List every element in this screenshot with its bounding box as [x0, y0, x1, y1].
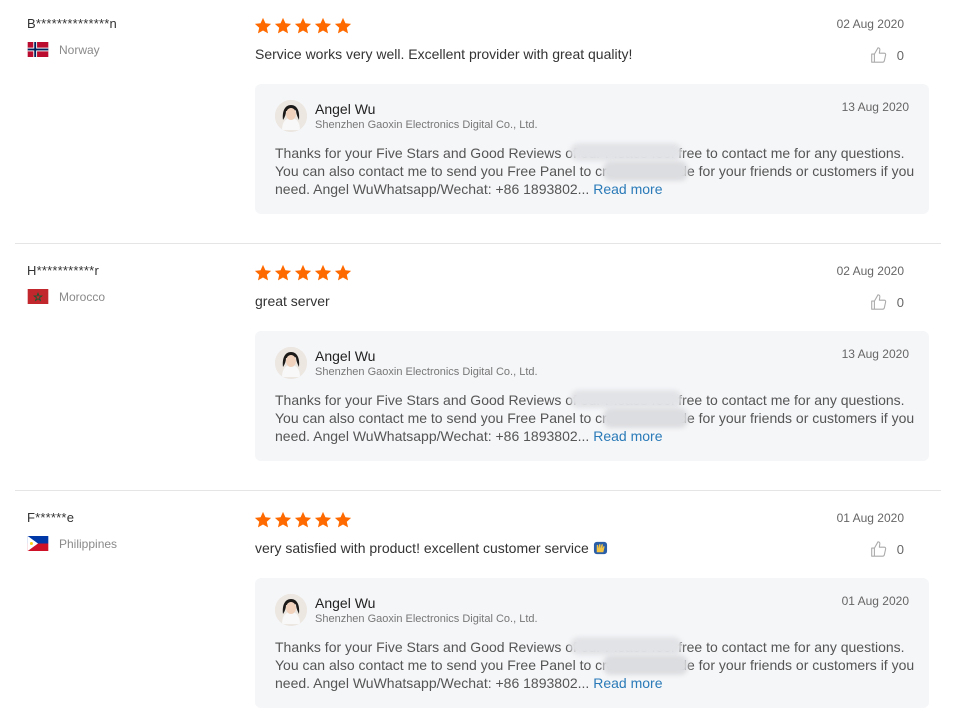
- thumbs-up-icon: [870, 541, 886, 557]
- reviewer-country: Morocco: [27, 289, 237, 304]
- star-icon: [254, 264, 272, 281]
- norway-flag-icon: [27, 42, 49, 57]
- star-rating: [254, 511, 352, 529]
- seller-name: Angel Wu: [315, 595, 376, 611]
- like-count: 0: [896, 541, 904, 557]
- like-count: 0: [896, 294, 904, 310]
- read-more-link[interactable]: Read more: [593, 181, 662, 197]
- philippines-flag-icon: [27, 536, 49, 551]
- redacted-text: [603, 655, 688, 675]
- redacted-text: [603, 161, 688, 181]
- seller-company: Shenzhen Gaoxin Electronics Digital Co.,…: [315, 119, 538, 131]
- avatar: [275, 100, 307, 132]
- star-rating: [254, 17, 352, 35]
- redacted-text: [603, 408, 688, 428]
- reviews-list: B**************n Norway 02 Aug 2020 Serv…: [0, 0, 956, 708]
- raised-hands-emoji: [593, 541, 607, 555]
- like-button[interactable]: 0: [869, 46, 904, 64]
- star-icon: [334, 264, 352, 281]
- reply-date: 13 Aug 2020: [841, 100, 909, 114]
- seller-reply: Angel Wu Shenzhen Gaoxin Electronics Dig…: [255, 578, 929, 708]
- read-more-link[interactable]: Read more: [593, 675, 662, 691]
- star-icon: [314, 17, 332, 34]
- redacted-text: [570, 637, 682, 655]
- seller-company: Shenzhen Gaoxin Electronics Digital Co.,…: [315, 613, 538, 625]
- country-name: Norway: [59, 42, 100, 57]
- star-icon: [274, 511, 292, 528]
- star-icon: [274, 17, 292, 34]
- seller-name: Angel Wu: [315, 101, 376, 117]
- review-text: great server: [255, 293, 330, 309]
- country-name: Philippines: [59, 536, 118, 551]
- star-icon: [254, 17, 272, 34]
- thumbs-up-icon: [870, 294, 886, 310]
- star-icon: [254, 511, 272, 528]
- star-icon: [314, 264, 332, 281]
- review-date: 01 Aug 2020: [836, 511, 904, 525]
- star-icon: [294, 511, 312, 528]
- review-text: very satisfied with product! excellent c…: [255, 540, 608, 556]
- star-icon: [334, 511, 352, 528]
- star-icon: [334, 17, 352, 34]
- redacted-text: [570, 143, 682, 161]
- reply-date: 01 Aug 2020: [841, 594, 909, 608]
- star-icon: [274, 264, 292, 281]
- like-button[interactable]: 0: [869, 293, 904, 311]
- like-count: 0: [896, 47, 904, 63]
- seller-name: Angel Wu: [315, 348, 376, 364]
- redacted-text: [570, 390, 682, 408]
- review-date: 02 Aug 2020: [836, 17, 904, 31]
- reviewer-name: B**************n: [27, 16, 117, 31]
- reviewer-country: Norway: [27, 42, 237, 57]
- reviewer-name: H***********r: [27, 263, 99, 278]
- thumbs-up-icon: [870, 47, 886, 63]
- divider: [15, 490, 941, 491]
- star-rating: [254, 264, 352, 282]
- star-icon: [294, 17, 312, 34]
- like-button[interactable]: 0: [869, 540, 904, 558]
- country-name: Morocco: [59, 289, 106, 304]
- star-icon: [314, 511, 332, 528]
- review-date: 02 Aug 2020: [836, 264, 904, 278]
- seller-reply: Angel Wu Shenzhen Gaoxin Electronics Dig…: [255, 84, 929, 214]
- reviewer-country: Philippines: [27, 536, 237, 551]
- seller-reply: Angel Wu Shenzhen Gaoxin Electronics Dig…: [255, 331, 929, 461]
- seller-company: Shenzhen Gaoxin Electronics Digital Co.,…: [315, 366, 538, 378]
- reviewer-info: F******e Philippines: [27, 510, 237, 551]
- reviewer-name: F******e: [27, 510, 75, 525]
- reviewer-info: H***********r Morocco: [27, 263, 237, 304]
- avatar: [275, 594, 307, 626]
- read-more-link[interactable]: Read more: [593, 428, 662, 444]
- star-icon: [294, 264, 312, 281]
- morocco-flag-icon: [27, 289, 49, 304]
- reply-date: 13 Aug 2020: [841, 347, 909, 361]
- avatar: [275, 347, 307, 379]
- reviewer-info: B**************n Norway: [27, 16, 237, 57]
- review-text: Service works very well. Excellent provi…: [255, 46, 633, 62]
- divider: [15, 243, 941, 244]
